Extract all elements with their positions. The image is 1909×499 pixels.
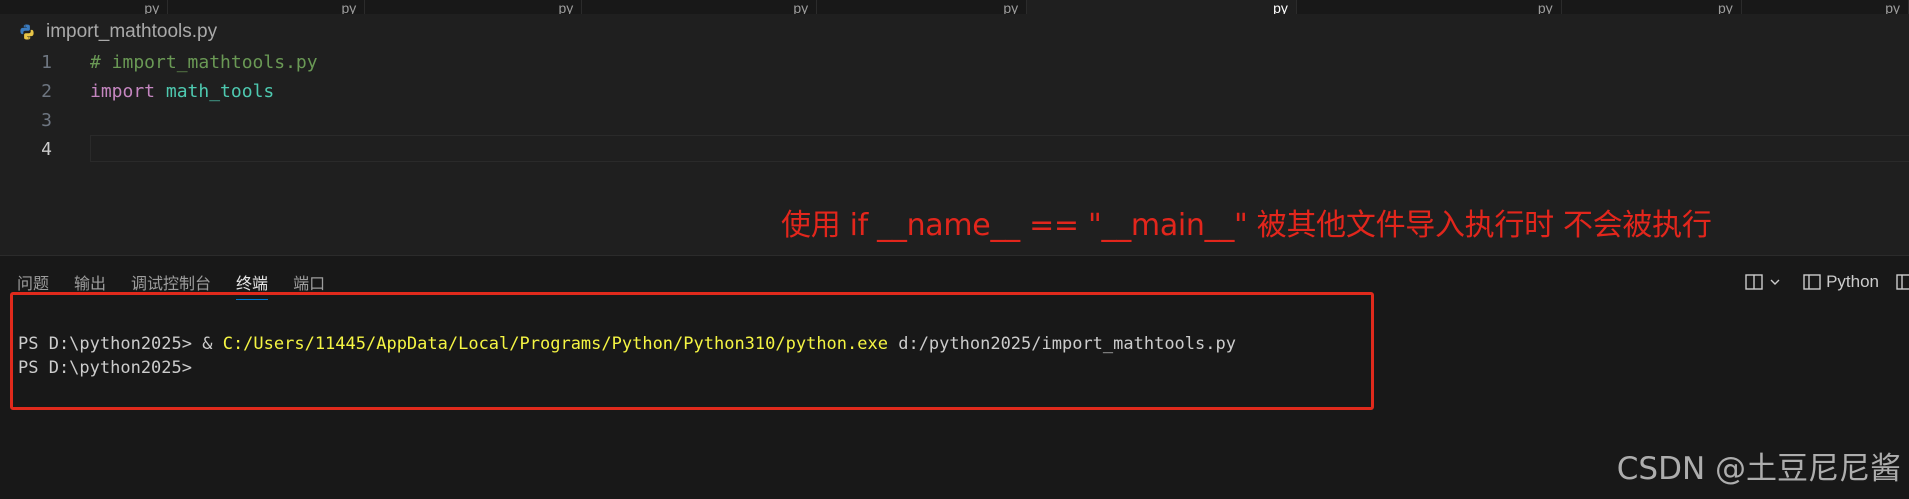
- editor-tab[interactable]: py: [0, 0, 169, 14]
- code-line[interactable]: 3: [0, 106, 1909, 135]
- terminal-instance-icon[interactable]: [1802, 273, 1822, 291]
- tab-label: py: [558, 0, 574, 14]
- line-number: 4: [41, 139, 52, 160]
- editor-tab[interactable]: py: [817, 0, 1028, 14]
- watermark: CSDN @土豆尼尼酱: [1616, 451, 1901, 487]
- editor-tab[interactable]: py: [1562, 0, 1742, 14]
- tab-label: py: [1003, 0, 1019, 14]
- editor-tab[interactable]: py: [168, 0, 366, 14]
- highlight-box: [10, 292, 1374, 410]
- line-number: 3: [41, 110, 52, 131]
- panel-actions: Python: [1744, 272, 1909, 292]
- code-keyword: import: [90, 81, 156, 102]
- annotation-text: 使用 if __name__ == "__main__" 被其他文件导入执行时 …: [781, 208, 1712, 243]
- chevron-down-icon[interactable]: [1768, 275, 1782, 289]
- code-line-current[interactable]: 4: [0, 135, 1909, 164]
- breadcrumb-filename[interactable]: import_mathtools.py: [46, 21, 217, 43]
- line-number: 2: [41, 81, 52, 102]
- line-code[interactable]: import math_tools: [90, 77, 274, 106]
- tab-label: py: [341, 0, 357, 14]
- editor-tab[interactable]: py: [582, 0, 818, 14]
- code-line[interactable]: 1 # import_mathtools.py: [0, 48, 1909, 77]
- tab-label: py: [793, 0, 809, 14]
- line-code[interactable]: # import_mathtools.py: [90, 48, 318, 77]
- editor-tab[interactable]: py: [1742, 0, 1909, 14]
- current-line-highlight: [90, 135, 1909, 162]
- editor-tab-active[interactable]: py: [1027, 0, 1297, 14]
- breadcrumb[interactable]: import_mathtools.py: [18, 20, 217, 44]
- code-module-name: math_tools: [165, 81, 275, 102]
- editor-tab-strip: py py py py py py py py py: [0, 0, 1909, 14]
- terminal-list-icon[interactable]: [1895, 273, 1909, 291]
- split-terminal-icon[interactable]: [1744, 273, 1764, 291]
- terminal-instance-name[interactable]: Python: [1826, 272, 1879, 292]
- code-comment: # import_mathtools.py: [90, 52, 318, 73]
- editor-tab[interactable]: py: [365, 0, 583, 14]
- tab-label: py: [144, 0, 160, 14]
- python-file-icon: [18, 23, 36, 41]
- editor-tab[interactable]: py: [1297, 0, 1562, 14]
- tab-label: py: [1537, 0, 1553, 14]
- tab-label: py: [1718, 0, 1733, 14]
- line-number: 1: [41, 52, 52, 73]
- tab-label: py: [1273, 0, 1288, 14]
- tab-label: py: [1885, 0, 1901, 14]
- code-line[interactable]: 2 import math_tools: [0, 77, 1909, 106]
